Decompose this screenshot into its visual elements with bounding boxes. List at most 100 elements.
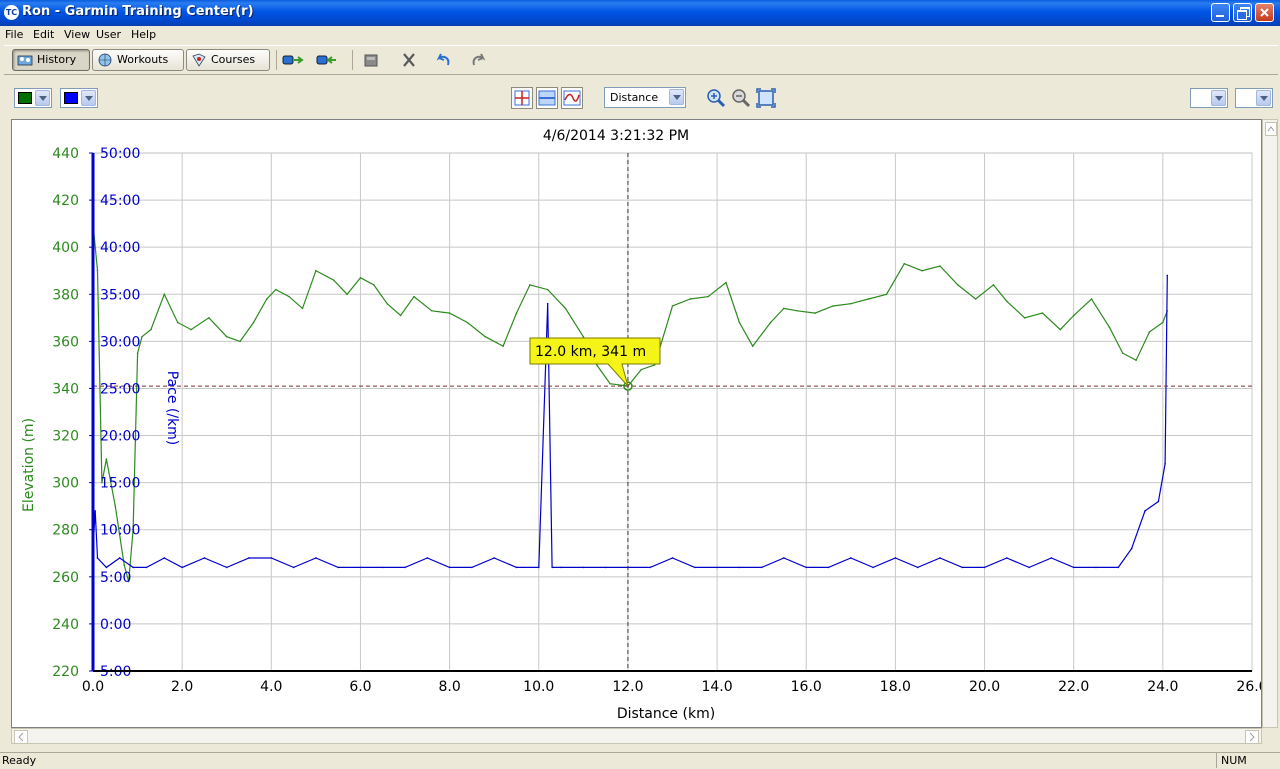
extra-select-1[interactable] [1190,88,1228,108]
pace-point [315,557,317,559]
y-axis-right-label: Pace (/km) [164,371,180,446]
import-icon[interactable] [360,52,382,68]
elevation-point [1135,359,1137,361]
elevation-point [136,352,139,354]
elevation-point [105,458,108,460]
chevron-down-icon[interactable] [35,90,50,106]
y-right-tick-label: 30:00 [100,334,140,350]
tab-courses[interactable]: Courses [186,49,270,71]
elevation-point [315,269,317,272]
plot-background [92,152,1253,672]
zoom-in-icon[interactable] [706,88,726,108]
elevation-point [751,345,754,347]
elevation-point [288,295,290,298]
tab-workouts[interactable]: Workouts [92,49,184,71]
elevation-point [689,298,692,300]
num-lock-text: NUM [1221,754,1247,767]
pace-point [1164,463,1166,465]
y-right-tick-label: 15:00 [100,476,140,492]
elevation-point [176,321,179,324]
crosshair-mode-button[interactable] [511,87,533,109]
pace-point [1117,566,1120,569]
app-icon[interactable]: TC [4,5,19,20]
stack-mode-button[interactable] [536,87,558,109]
pace-point [337,566,339,569]
title-bar: TC Ron - Garmin Training Center(r) [0,0,1280,26]
menu-file[interactable]: File [5,28,23,41]
send-to-device-icon[interactable] [282,52,304,68]
x-axis-select[interactable]: Distance [604,87,686,108]
y-left-tick-label: 260 [52,570,79,586]
scroll-left-button[interactable] [14,730,28,744]
pace-point [1028,566,1030,569]
elevation-pace-chart[interactable]: 4/6/2014 3:21:32 PM 0.0 2.0 4.0 6.0 8.0 10.0 1… [12,120,1261,727]
undo-icon[interactable] [432,52,454,68]
delete-icon[interactable] [398,52,420,68]
elevation-point [832,305,834,307]
pace-point [738,566,741,569]
redo-icon[interactable] [468,52,490,68]
elevation-point [399,314,402,317]
x-tick-label: 12.0 [612,679,643,695]
elevation-point [515,312,518,314]
pace-point [961,566,964,569]
zoom-fit-icon[interactable] [756,88,776,108]
elevation-color-picker[interactable] [14,88,52,108]
pace-point [163,557,166,559]
scroll-up-button[interactable] [1265,122,1277,136]
y-right-tick-label: 0:00 [100,617,131,633]
restore-button[interactable] [1233,3,1252,22]
chevron-down-icon[interactable] [1256,90,1271,106]
y-left-tick-label: 420 [52,193,79,209]
minimize-button[interactable] [1211,3,1230,22]
vertical-scrollbar[interactable] [1262,119,1278,728]
y-left-tick-label: 380 [52,287,79,303]
elevation-point [466,321,469,324]
y-left-tick-label: 440 [52,146,79,162]
menu-user[interactable]: User [96,28,121,41]
pace-point [225,566,228,569]
elevation-point [1059,328,1062,331]
pace-point [716,566,718,569]
y-left-tick-label: 320 [52,429,79,445]
chart-panel[interactable]: 4/6/2014 3:21:32 PM 0.0 2.0 4.0 6.0 8.0 10.0 1… [11,119,1262,728]
pace-point [604,566,607,569]
menu-view[interactable]: View [64,28,90,41]
chevron-down-icon[interactable] [669,89,684,105]
elevation-point [1006,300,1008,303]
elevation-point [939,265,941,267]
pace-point [916,566,919,569]
line-chart-icon [563,90,581,106]
elevation-point [114,505,117,507]
elevation-point [1072,314,1075,317]
split-chart-icon [538,90,556,106]
zoom-out-icon[interactable] [731,88,751,108]
extra-select-2[interactable] [1235,88,1273,108]
elevation-point [448,312,451,314]
receive-from-device-icon[interactable] [316,52,338,68]
chevron-down-icon[interactable] [81,90,96,106]
pace-point [1006,557,1008,559]
status-text: Ready [2,754,37,767]
menu-edit[interactable]: Edit [33,28,54,41]
y-axis-left-label: Elevation (m) [21,418,37,512]
pace-point [693,566,696,569]
menu-help[interactable]: Help [131,28,156,41]
tab-courses-label: Courses [211,53,256,66]
elevation-point [1121,352,1124,354]
line-mode-button[interactable] [561,87,583,109]
close-button[interactable] [1255,3,1274,22]
y-right-tick-label: 40:00 [100,240,140,256]
pace-point [1072,566,1075,569]
tab-history[interactable]: History [12,49,90,71]
pace-point [850,557,852,559]
chevron-down-icon[interactable] [1211,90,1226,106]
elevation-point [239,340,241,343]
pace-point [1050,557,1053,559]
pace-point [132,566,134,569]
pace-color-picker[interactable] [60,88,98,108]
pace-point [94,510,97,512]
scroll-right-button[interactable] [1245,730,1259,744]
y-right-tick-label: 35:00 [100,287,140,303]
horizontal-scrollbar[interactable] [11,728,1262,744]
